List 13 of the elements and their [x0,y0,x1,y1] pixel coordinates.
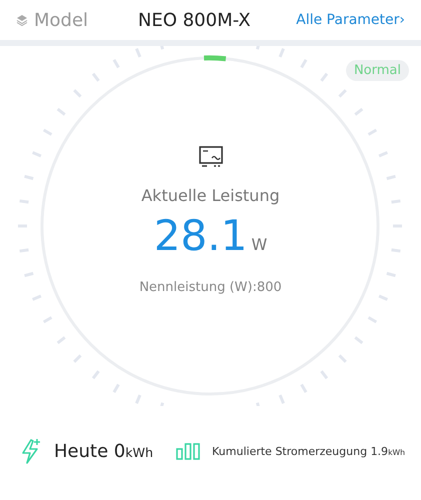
current-power-label: Aktuelle Leistung [141,186,280,205]
all-parameters-link[interactable]: Alle Parameter› [296,12,405,28]
power-value: 28.1 [154,211,248,260]
lightning-icon [20,438,42,464]
model-name: NEO 800M-X [138,10,252,30]
bar-chart-icon [176,442,200,460]
inverter-icon [198,146,222,168]
power-unit: W [251,235,268,254]
rated-power: Nennleistung (W):800 [139,280,282,295]
today-energy: Heute 0kWh [54,440,154,462]
status-badge: Normal [346,60,409,81]
model-label: Model [34,10,90,30]
layers-icon [16,14,28,26]
